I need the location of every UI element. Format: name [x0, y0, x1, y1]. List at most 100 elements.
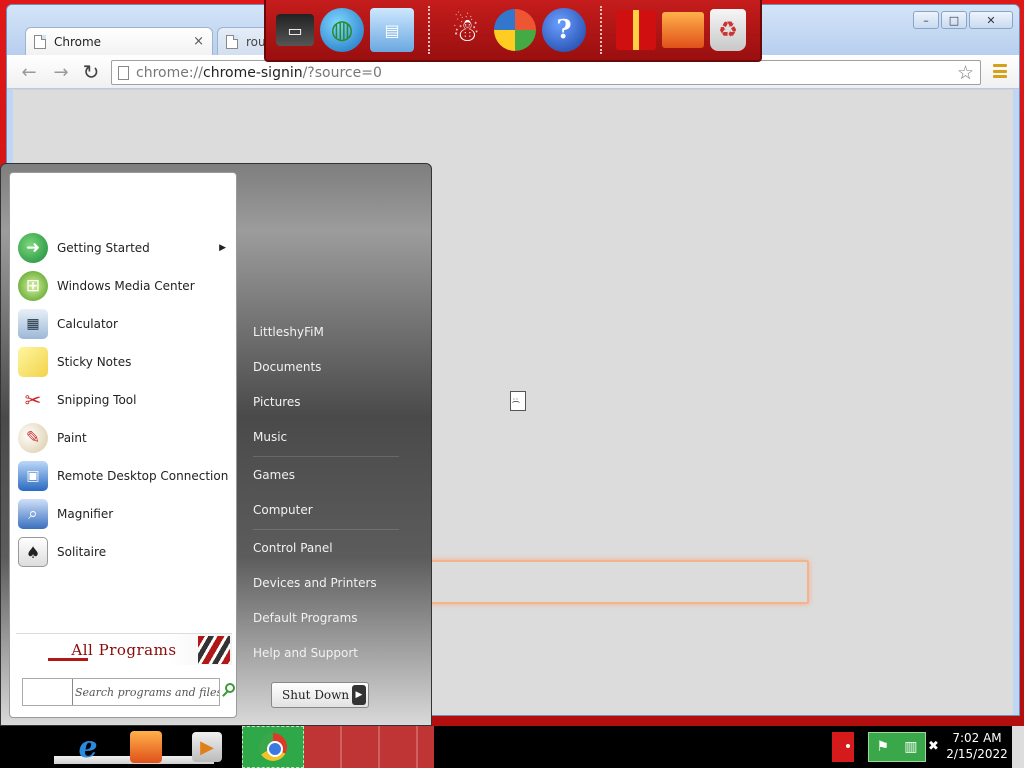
globe-icon[interactable]: ◍	[320, 8, 364, 52]
place-help-support[interactable]: Help and Support	[245, 635, 425, 670]
recycle-bin-icon[interactable]: ♻	[710, 9, 746, 51]
taskbar: ☃ e ▶ ⚑ ▥ ✖ 7:02 AM 2/15/2022	[0, 726, 1024, 768]
star-icon[interactable]: ☆	[957, 62, 974, 84]
clock-date: 2/15/2022	[946, 747, 1008, 761]
page-icon	[226, 34, 238, 49]
program-label: Solitaire	[57, 545, 107, 559]
place-default-programs[interactable]: Default Programs	[245, 600, 425, 635]
start-menu-programs-pane: ➜ Getting Started ▶ ⊞ Windows Media Cent…	[9, 172, 237, 718]
chrome-icon	[259, 733, 287, 761]
program-solitaire[interactable]: ♠ Solitaire	[10, 533, 238, 571]
place-computer[interactable]: Computer	[245, 492, 425, 527]
gift-icon[interactable]: ■	[616, 10, 656, 50]
program-snipping-tool[interactable]: ✂ Snipping Tool	[10, 381, 238, 419]
network-tray-icon[interactable]: ▥	[904, 739, 917, 755]
internet-explorer-icon[interactable]: e	[70, 729, 106, 765]
program-sticky-notes[interactable]: ▭ Sticky Notes	[10, 343, 238, 381]
minimize-button[interactable]: –	[913, 11, 939, 29]
laptop-icon[interactable]: ▭	[276, 14, 314, 46]
place-documents[interactable]: Documents	[245, 349, 425, 384]
calculator-icon: ▦	[18, 309, 48, 339]
tray-flag-icon[interactable]	[832, 732, 854, 762]
program-paint[interactable]: ✎ Paint	[10, 419, 238, 457]
snowman-icon[interactable]: ☃	[444, 8, 488, 52]
action-center-icon[interactable]: ⚑	[877, 739, 890, 755]
close-window-button[interactable]: ✕	[969, 11, 1013, 29]
shutdown-button[interactable]: Shut Down ▶	[271, 682, 369, 708]
start-menu-places-pane: LittleshyFiM Documents Pictures Music Ga…	[245, 314, 425, 670]
window-controls: – □ ✕	[913, 11, 1013, 29]
folder-icon[interactable]: ■	[662, 12, 704, 48]
signin-frame[interactable]	[423, 560, 809, 604]
place-control-panel[interactable]: Control Panel	[245, 530, 425, 565]
volume-muted-icon[interactable]: ✖	[928, 739, 939, 754]
show-desktop-button[interactable]	[1012, 726, 1024, 768]
clock-time: 7:02 AM	[952, 731, 1002, 745]
program-label: Windows Media Center	[57, 279, 195, 293]
page-icon	[118, 66, 129, 80]
gadget-launcher: ▭ ◍ ▤ ☃ ● ? ■ ■ ♻	[264, 0, 762, 62]
launcher-separator	[428, 6, 430, 54]
magnifier-icon: ⌕	[18, 499, 48, 529]
program-magnifier[interactable]: ⌕ Magnifier	[10, 495, 238, 533]
program-remote-desktop[interactable]: ▣ Remote Desktop Connection	[10, 457, 238, 495]
program-windows-media-center[interactable]: ⊞ Windows Media Center	[10, 267, 238, 305]
shutdown-options-arrow-icon[interactable]: ▶	[352, 685, 366, 705]
place-devices-printers[interactable]: Devices and Printers	[245, 565, 425, 600]
help-icon[interactable]: ?	[542, 8, 586, 52]
program-label: Getting Started	[57, 241, 150, 255]
all-programs-label: All Programs	[71, 640, 177, 659]
page-icon	[34, 34, 46, 49]
shutdown-label: Shut Down	[282, 688, 350, 702]
media-player-icon[interactable]: ▶	[192, 732, 222, 762]
back-arrow-icon[interactable]: ←	[17, 61, 41, 83]
menu-icon[interactable]	[993, 64, 1007, 78]
media-center-icon: ⊞	[18, 271, 48, 301]
scissors-icon: ✂	[24, 388, 42, 412]
forward-arrow-icon[interactable]: →	[49, 61, 73, 83]
tab-chrome[interactable]: Chrome ×	[25, 27, 213, 55]
launcher-separator	[600, 6, 602, 54]
program-label: Paint	[57, 431, 87, 445]
broken-image-icon	[510, 391, 526, 411]
program-label: Snipping Tool	[57, 393, 137, 407]
submenu-arrow-icon: ▶	[219, 243, 226, 253]
explorer-folder-icon[interactable]	[130, 731, 162, 763]
reload-icon[interactable]: ↻	[79, 60, 103, 84]
program-getting-started[interactable]: ➜ Getting Started ▶	[10, 229, 238, 267]
program-label: Sticky Notes	[57, 355, 132, 369]
start-menu: ➜ Getting Started ▶ ⊞ Windows Media Cent…	[0, 163, 432, 726]
all-programs-underline	[48, 658, 88, 661]
url-path: /?source=0	[302, 64, 382, 81]
taskbar-empty-slots	[304, 726, 434, 768]
place-games[interactable]: Games	[245, 457, 425, 492]
all-programs-button[interactable]: All Programs	[16, 633, 232, 665]
taskbar-chrome-button[interactable]	[242, 726, 304, 768]
url-scheme: chrome://	[136, 64, 203, 81]
place-user-folder[interactable]: LittleshyFiM	[245, 314, 425, 349]
all-programs-stripes-icon	[198, 636, 230, 664]
program-calculator[interactable]: ▦ Calculator	[10, 305, 238, 343]
start-button-santa-icon[interactable]: ☃	[0, 726, 52, 768]
system-clock[interactable]: 7:02 AM 2/15/2022	[944, 730, 1010, 762]
windows-shield-icon[interactable]: ●	[494, 9, 536, 51]
tab-title: Chrome	[54, 34, 102, 49]
start-search-box[interactable]	[22, 678, 235, 706]
place-music[interactable]: Music	[245, 419, 425, 454]
place-pictures[interactable]: Pictures	[245, 384, 425, 419]
search-icon[interactable]	[225, 683, 235, 693]
tab-close-icon[interactable]: ×	[193, 34, 204, 49]
program-label: Magnifier	[57, 507, 114, 521]
program-label: Calculator	[57, 317, 118, 331]
url-host: chrome-signin	[203, 64, 303, 81]
program-list: ➜ Getting Started ▶ ⊞ Windows Media Cent…	[10, 229, 238, 571]
search-caret-area	[23, 679, 73, 705]
address-bar[interactable]: chrome://chrome-signin/?source=0 ☆	[111, 60, 981, 85]
getting-started-icon: ➜	[18, 233, 48, 263]
remote-desktop-icon: ▣	[18, 461, 48, 491]
solitaire-icon: ♠	[18, 537, 48, 567]
program-label: Remote Desktop Connection	[57, 469, 229, 483]
maximize-button[interactable]: □	[941, 11, 967, 29]
paint-palette-icon: ✎	[18, 423, 48, 453]
network-icon[interactable]: ▤	[370, 8, 414, 52]
